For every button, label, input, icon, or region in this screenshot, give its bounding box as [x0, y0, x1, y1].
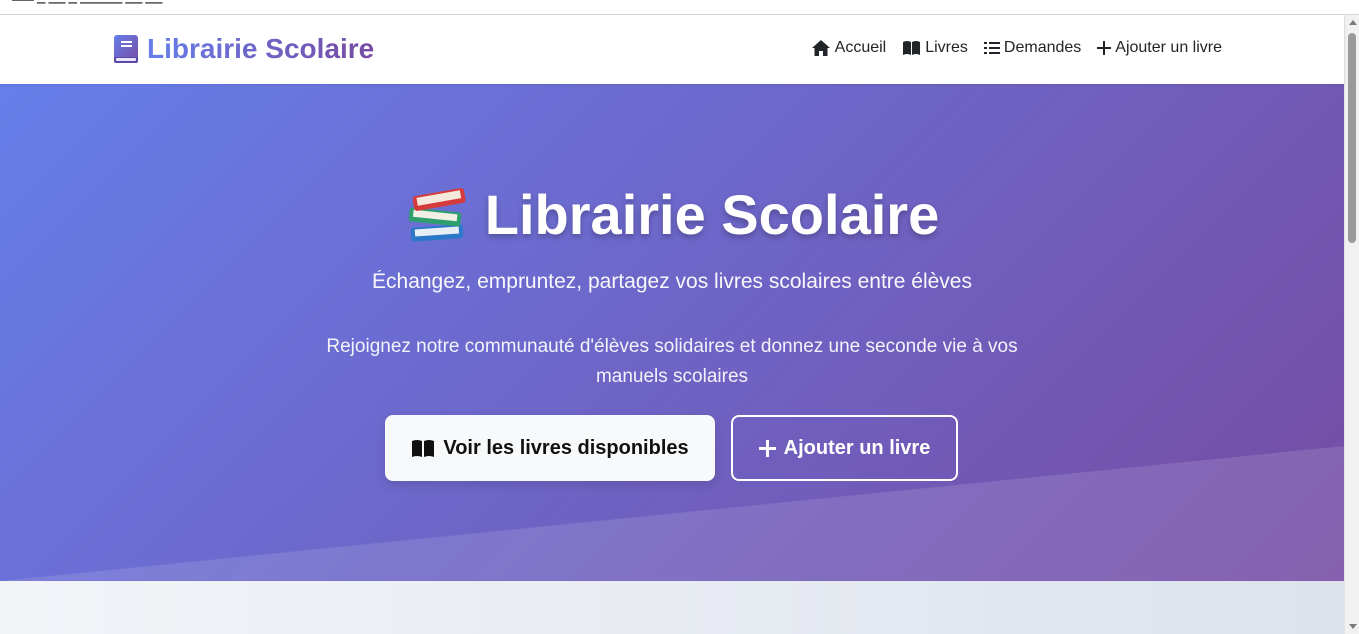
nav-link-accueil[interactable]: Accueil: [811, 39, 887, 57]
open-book-icon: [412, 439, 435, 457]
nav-link-label: Demandes: [1003, 39, 1082, 56]
hero-title-text: Librairie Scolaire: [484, 183, 940, 246]
navbar: Librairie Scolaire Accueil Livres Demand…: [0, 15, 1344, 84]
browser-top-strip: ▬▬ ▁ ▁▁ ▁ ▁▁▁▁▁ ▁▁ ▁▁: [0, 0, 1359, 15]
nav-link-label: Ajouter un livre: [1115, 39, 1222, 56]
hero-section: Librairie Scolaire Échangez, empruntez, …: [0, 84, 1344, 581]
nav-links: Accueil Livres Demandes Ajouter un livre: [795, 39, 1222, 57]
add-book-button[interactable]: Ajouter un livre: [731, 415, 958, 481]
nav-link-ajouter[interactable]: Ajouter un livre: [1097, 39, 1222, 57]
nav-link-label: Accueil: [834, 39, 887, 56]
list-icon: [983, 42, 1000, 54]
add-book-label: Ajouter un livre: [783, 436, 931, 459]
home-icon: [811, 40, 830, 56]
hero-subtitle: Échangez, empruntez, partagez vos livres…: [372, 270, 972, 293]
plus-icon: [758, 439, 776, 457]
books-stack-icon: [408, 187, 466, 242]
open-book-icon: [903, 41, 921, 55]
plus-icon: [1097, 41, 1112, 55]
next-section: [0, 581, 1344, 634]
brand-logo[interactable]: Librairie Scolaire: [113, 33, 374, 65]
book-icon: [114, 35, 138, 63]
scroll-thumb[interactable]: [1348, 33, 1356, 243]
strip-fragment: ▬▬ ▁ ▁▁ ▁ ▁▁▁▁▁ ▁▁ ▁▁: [12, 0, 162, 5]
scroll-up-arrow-icon[interactable]: [1349, 20, 1357, 25]
view-books-label: Voir les livres disponibles: [443, 436, 689, 459]
hero-description: Rejoignez notre communauté d'élèves soli…: [326, 336, 1018, 387]
brand-name: Librairie Scolaire: [147, 33, 375, 64]
nav-link-livres[interactable]: Livres: [902, 39, 968, 57]
nav-link-label: Livres: [925, 39, 968, 56]
page-scrollbar[interactable]: [1344, 15, 1359, 634]
view-books-button[interactable]: Voir les livres disponibles: [385, 415, 715, 481]
hero-title: Librairie Scolaire: [0, 182, 1344, 247]
nav-link-demandes[interactable]: Demandes: [983, 39, 1082, 57]
scroll-down-arrow-icon[interactable]: [1349, 624, 1357, 629]
